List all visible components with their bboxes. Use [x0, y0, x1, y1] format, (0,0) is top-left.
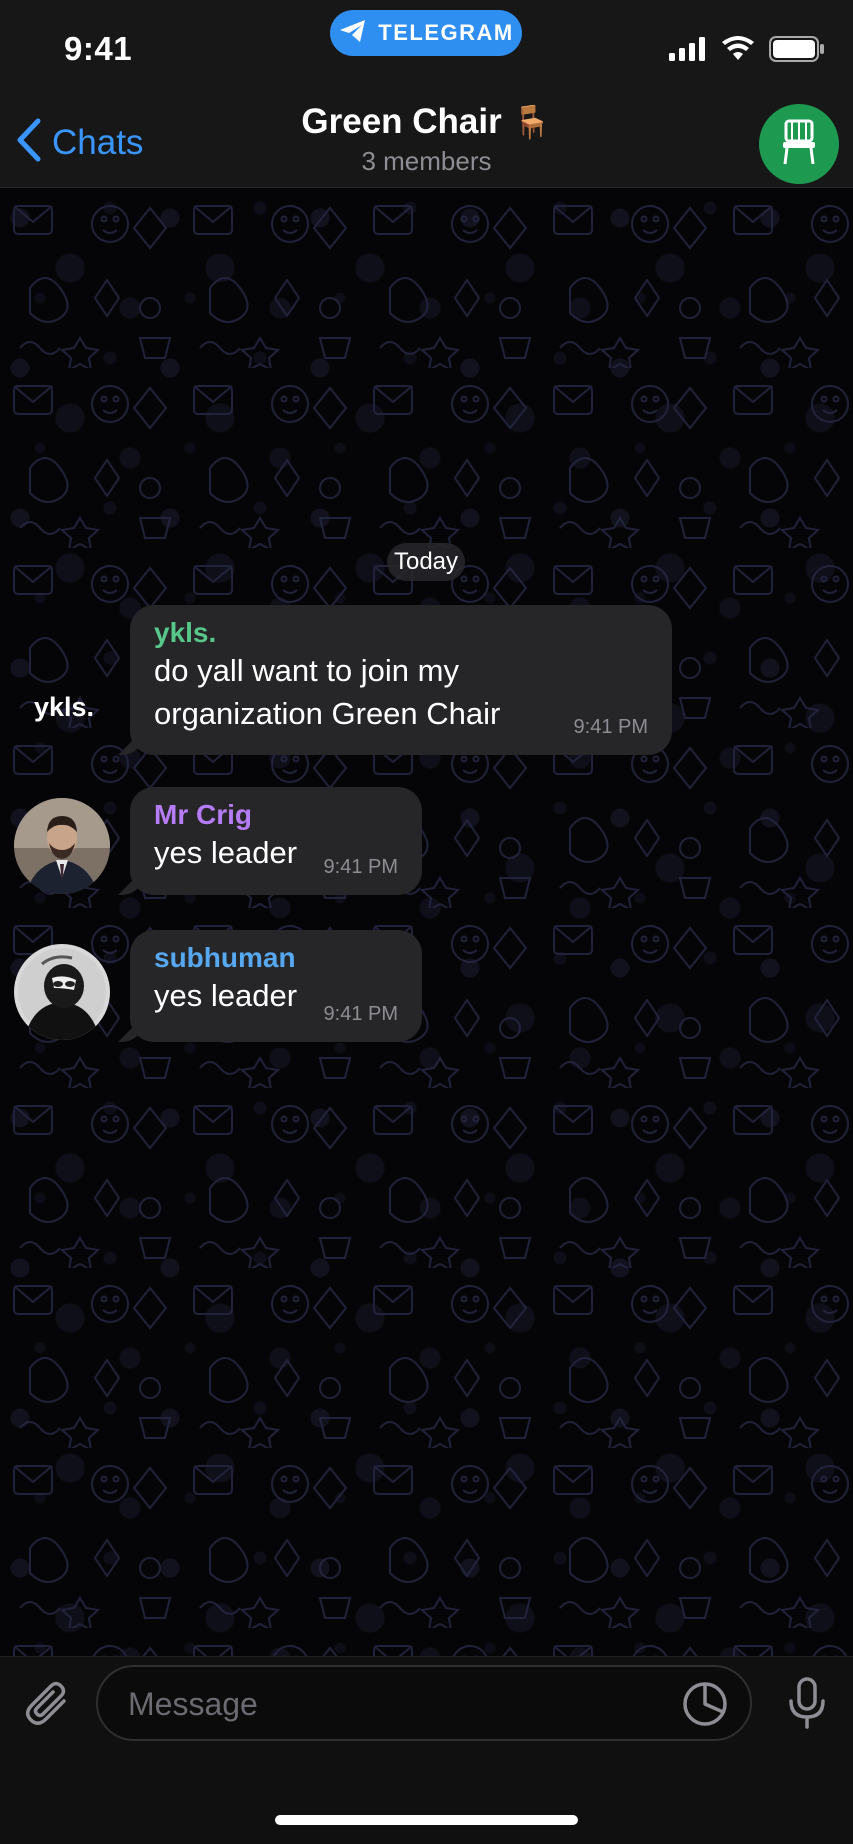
chat-title-block[interactable]: Green Chair 🪑 3 members [0, 102, 853, 177]
home-indicator[interactable] [275, 1815, 578, 1825]
chat-title-emoji: 🪑 [511, 104, 552, 140]
profile-photo [14, 798, 110, 894]
paperclip-icon [24, 1681, 72, 1733]
telegram-plane-icon [338, 18, 368, 49]
sticker-icon[interactable] [682, 1681, 728, 1732]
message-bubble[interactable]: ykls. do yall want to join my organizati… [130, 605, 672, 755]
message-sender[interactable]: ykls. [154, 617, 650, 649]
voice-button[interactable] [787, 1677, 827, 1734]
message-input-wrapper[interactable] [96, 1665, 752, 1741]
chair-icon [779, 118, 819, 171]
chat-member-count: 3 members [361, 146, 492, 176]
wifi-icon [721, 36, 755, 67]
battery-icon [769, 36, 825, 67]
doodle-pattern [0, 188, 853, 1656]
status-bar: 9:41 TELEGRAM [0, 0, 853, 80]
status-icons [669, 36, 825, 67]
message-time: 9:41 PM [323, 1003, 398, 1025]
avatar[interactable] [14, 944, 110, 1040]
app-pill[interactable]: TELEGRAM [330, 10, 522, 56]
message-text-line: do yall want to join my [154, 653, 459, 688]
message-bubble[interactable]: subhuman yes leader 9:41 PM [130, 930, 422, 1042]
app-pill-label: TELEGRAM [378, 20, 514, 45]
avatar[interactable]: ykls. [34, 692, 94, 723]
message-input[interactable] [128, 1679, 648, 1729]
attach-button[interactable] [24, 1679, 72, 1734]
signal-icon [669, 37, 707, 66]
telegram-chat-screen: 9:41 TELEGRAM Chats Green Chair 🪑 3 memb… [0, 0, 853, 1844]
message-time: 9:41 PM [573, 716, 648, 738]
date-divider: Today [387, 543, 465, 581]
chat-header: Chats Green Chair 🪑 3 members [0, 80, 853, 188]
avatar[interactable] [14, 798, 110, 894]
message-sender[interactable]: subhuman [154, 942, 400, 974]
status-time: 9:41 [64, 30, 133, 67]
chat-wallpaper [0, 188, 853, 1656]
chat-title-text: Green Chair [301, 102, 502, 141]
group-avatar[interactable] [759, 104, 839, 184]
chat-title: Green Chair 🪑 [301, 102, 551, 142]
microphone-icon [787, 1677, 827, 1733]
profile-photo [14, 944, 110, 1040]
message-bubble[interactable]: Mr Crig yes leader 9:41 PM [130, 787, 422, 895]
message-time: 9:41 PM [323, 856, 398, 878]
message-sender[interactable]: Mr Crig [154, 799, 400, 831]
